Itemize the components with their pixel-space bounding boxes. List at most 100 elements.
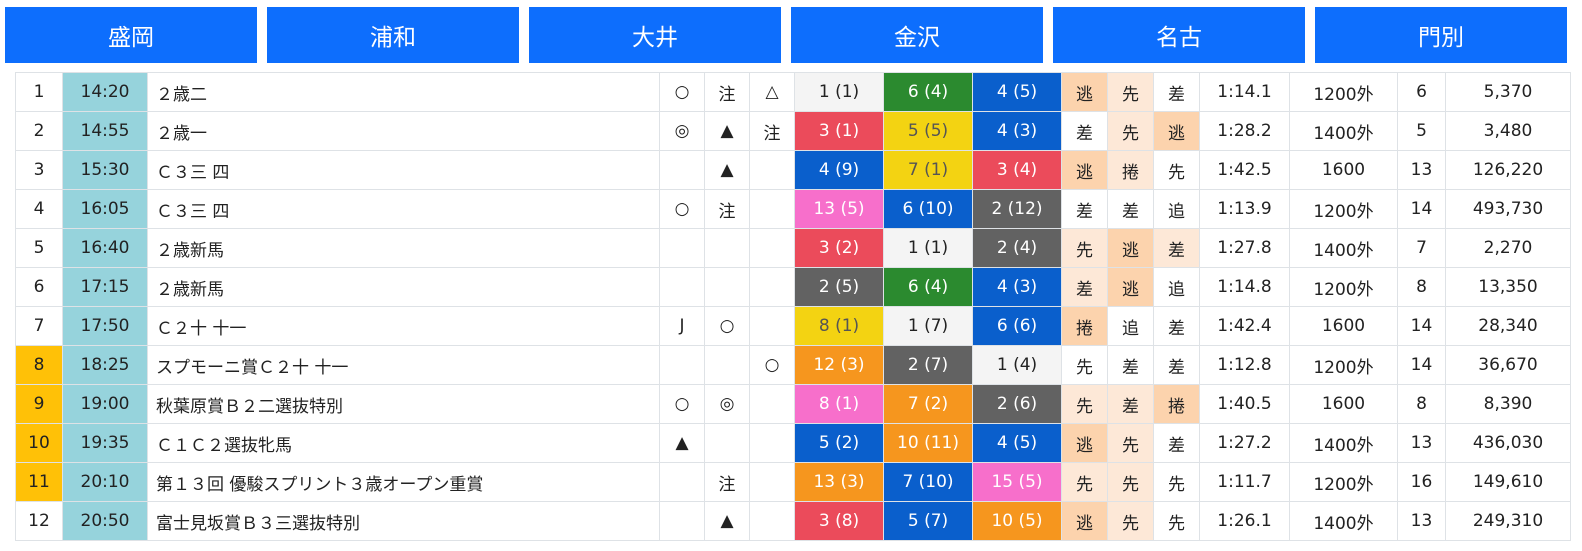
result-place-3: 3 (4) (972, 150, 1062, 190)
race-name[interactable]: 富士見坂賞Ｂ３三選抜特別 (147, 501, 660, 541)
race-name[interactable]: 第１３回 優駿スプリント３歳オープン重賞 (147, 462, 660, 502)
running-style-2: 先 (1107, 501, 1154, 541)
running-style-2: 先 (1107, 423, 1154, 463)
winning-time: 1:12.8 (1199, 345, 1290, 385)
result-place-1: 8 (1) (794, 384, 884, 424)
race-name[interactable]: Ｃ３三 四 (147, 150, 660, 190)
post-time: 14:55 (62, 111, 148, 151)
running-style-3: 差 (1153, 345, 1200, 385)
table-row[interactable]: 11 20:10 第１３回 優駿スプリント３歳オープン重賞 注 13 (3) 7 (10)… (15, 462, 1571, 502)
tab-kanazawa[interactable]: 金沢 (791, 7, 1043, 63)
tab-oi[interactable]: 大井 (529, 7, 781, 63)
race-name[interactable]: ２歳新馬 (147, 228, 660, 268)
result-place-3: 2 (12) (972, 189, 1062, 229)
race-name[interactable]: 秋葉原賞Ｂ２二選抜特別 (147, 384, 660, 424)
running-style-1: 捲 (1061, 306, 1108, 346)
payout: 3,480 (1445, 111, 1571, 151)
prediction-mark: ▲ (704, 501, 750, 541)
result-place-1: 5 (2) (794, 423, 884, 463)
running-style-1: 先 (1061, 228, 1108, 268)
running-style-3: 差 (1153, 72, 1200, 112)
running-style-3: 差 (1153, 306, 1200, 346)
race-results-table: 1 14:20 ２歳二 ○ 注 △ 1 (1) 6 (4) 4 (5) 逃先差 1:14.1 1200… (15, 72, 1571, 541)
race-name[interactable]: スプモーニ賞Ｃ２十 十一 (147, 345, 660, 385)
running-style-3: 追 (1153, 267, 1200, 307)
result-place-2: 7 (1) (883, 150, 973, 190)
table-row[interactable]: 10 19:35 Ｃ１Ｃ２選抜牝馬 ▲ 5 (2) 10 (11) 4 (5) 逃先差 1:27… (15, 423, 1571, 463)
payout: 8,390 (1445, 384, 1571, 424)
race-name[interactable]: ２歳一 (147, 111, 660, 151)
runner-count: 16 (1397, 462, 1446, 502)
running-style-1: 差 (1061, 267, 1108, 307)
post-time: 18:25 (62, 345, 148, 385)
result-place-1: 2 (5) (794, 267, 884, 307)
race-name[interactable]: ２歳新馬 (147, 267, 660, 307)
table-row[interactable]: 9 19:00 秋葉原賞Ｂ２二選抜特別 ○ ◎ 8 (1) 7 (2) 2 (6) 先差捲 1:4… (15, 384, 1571, 424)
tab-nagoya[interactable]: 名古 (1053, 7, 1305, 63)
result-place-2: 6 (4) (883, 72, 973, 112)
runner-count: 14 (1397, 345, 1446, 385)
prediction-mark: J (659, 306, 705, 346)
runner-count: 13 (1397, 150, 1446, 190)
table-row[interactable]: 4 16:05 Ｃ３三 四 ○ 注 13 (5) 6 (10) 2 (12) 差差追 1:13.9… (15, 189, 1571, 229)
result-place-2: 10 (11) (883, 423, 973, 463)
race-number: 6 (15, 267, 63, 307)
running-style-3: 先 (1153, 501, 1200, 541)
distance: 1200外 (1289, 267, 1398, 307)
table-row[interactable]: 2 14:55 ２歳一 ◎ ▲ 注 3 (1) 5 (5) 4 (3) 差先逃 1:28.2 1400… (15, 111, 1571, 151)
race-number: 7 (15, 306, 63, 346)
running-style-1: 先 (1061, 384, 1108, 424)
running-style-1: 逃 (1061, 423, 1108, 463)
table-row[interactable]: 3 15:30 Ｃ３三 四 ▲ 4 (9) 7 (1) 3 (4) 逃捲先 1:42.5 1600… (15, 150, 1571, 190)
running-style-2: 差 (1107, 189, 1154, 229)
prediction-mark (659, 462, 705, 502)
table-row[interactable]: 6 17:15 ２歳新馬 2 (5) 6 (4) 4 (3) 差逃追 1:14.8 1200外 8… (15, 267, 1571, 307)
result-place-2: 2 (7) (883, 345, 973, 385)
distance: 1600 (1289, 306, 1398, 346)
table-row[interactable]: 1 14:20 ２歳二 ○ 注 △ 1 (1) 6 (4) 4 (5) 逃先差 1:14.1 1200… (15, 72, 1571, 112)
payout: 436,030 (1445, 423, 1571, 463)
tab-morioka[interactable]: 盛岡 (5, 7, 257, 63)
result-place-3: 2 (6) (972, 384, 1062, 424)
result-place-2: 5 (7) (883, 501, 973, 541)
race-name[interactable]: Ｃ３三 四 (147, 189, 660, 229)
race-name[interactable]: Ｃ２十 十一 (147, 306, 660, 346)
distance: 1400外 (1289, 111, 1398, 151)
running-style-2: 逃 (1107, 267, 1154, 307)
post-time: 16:05 (62, 189, 148, 229)
result-place-3: 2 (4) (972, 228, 1062, 268)
distance: 1200外 (1289, 189, 1398, 229)
result-place-1: 3 (1) (794, 111, 884, 151)
prediction-mark (749, 501, 795, 541)
result-place-3: 4 (3) (972, 267, 1062, 307)
post-time: 17:50 (62, 306, 148, 346)
prediction-mark (749, 462, 795, 502)
runner-count: 6 (1397, 72, 1446, 112)
winning-time: 1:28.2 (1199, 111, 1290, 151)
prediction-mark (749, 306, 795, 346)
tab-urawa[interactable]: 浦和 (267, 7, 519, 63)
post-time: 20:50 (62, 501, 148, 541)
race-number: 11 (15, 462, 63, 502)
table-row[interactable]: 5 16:40 ２歳新馬 3 (2) 1 (1) 2 (4) 先逃差 1:27.8 1400外 7… (15, 228, 1571, 268)
prediction-mark: ▲ (704, 150, 750, 190)
table-row[interactable]: 7 17:50 Ｃ２十 十一 J ○ 8 (1) 1 (7) 6 (6) 捲追差 1:42.4 16… (15, 306, 1571, 346)
prediction-mark: ◎ (704, 384, 750, 424)
table-row[interactable]: 12 20:50 富士見坂賞Ｂ３三選抜特別 ▲ 3 (8) 5 (7) 10 (5) 逃先先 1… (15, 501, 1571, 541)
running-style-2: 追 (1107, 306, 1154, 346)
prediction-mark (704, 267, 750, 307)
prediction-mark: ▲ (659, 423, 705, 463)
table-row[interactable]: 8 18:25 スプモーニ賞Ｃ２十 十一 ○ 12 (3) 2 (7) 1 (4) 先差差 1:… (15, 345, 1571, 385)
winning-time: 1:14.8 (1199, 267, 1290, 307)
result-place-3: 15 (5) (972, 462, 1062, 502)
runner-count: 14 (1397, 189, 1446, 229)
running-style-1: 差 (1061, 111, 1108, 151)
result-place-1: 13 (5) (794, 189, 884, 229)
running-style-1: 逃 (1061, 501, 1108, 541)
payout: 5,370 (1445, 72, 1571, 112)
prediction-mark: 注 (704, 189, 750, 229)
tab-monbetsu[interactable]: 門別 (1315, 7, 1567, 63)
race-name[interactable]: ２歳二 (147, 72, 660, 112)
result-place-1: 1 (1) (794, 72, 884, 112)
race-name[interactable]: Ｃ１Ｃ２選抜牝馬 (147, 423, 660, 463)
